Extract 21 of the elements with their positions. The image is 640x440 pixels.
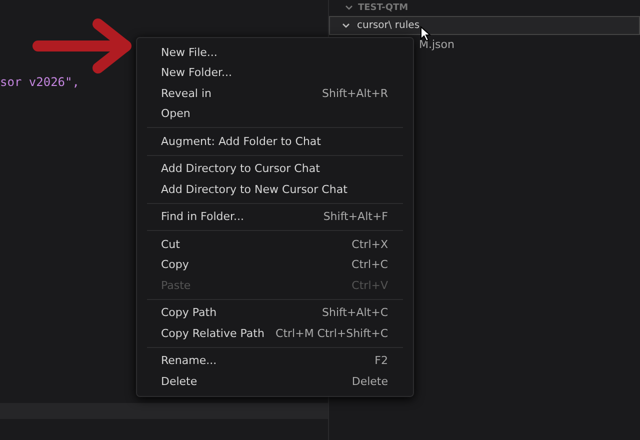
chevron-icon — [345, 5, 353, 11]
file-item[interactable]: M.json — [419, 38, 454, 51]
arrow-icon — [30, 18, 134, 74]
menu-item[interactable]: Copy Path Shift+Alt+C — [137, 302, 413, 323]
menu-item[interactable]: Find in Folder... Shift+Alt+F — [137, 206, 413, 227]
folder-item[interactable]: cursor\ rules — [329, 16, 640, 35]
menu-item[interactable]: New File... — [137, 42, 413, 62]
menu-item[interactable]: Reveal in Shift+Alt+R — [137, 83, 413, 104]
menu-item[interactable]: Copy Relative Path Ctrl+M Ctrl+Shift+C — [137, 323, 413, 344]
menu-item[interactable]: New Folder... — [137, 62, 413, 83]
menu-item[interactable]: Augment: Add Folder to Chat — [137, 131, 413, 152]
menu-item[interactable]: Delete Delete — [137, 371, 413, 392]
menu-item[interactable]: Copy Ctrl+C — [137, 254, 413, 275]
menu-item[interactable]: Add Directory to Cursor Chat — [137, 158, 413, 179]
menu-item[interactable]: Cut Ctrl+X — [137, 234, 413, 254]
chevron-icon — [342, 22, 350, 28]
code-line: sor v2026", — [0, 75, 80, 89]
menu-item[interactable]: Open — [137, 104, 413, 124]
section-title: TEST-QTM — [358, 3, 408, 13]
menu-item[interactable]: Rename... F2 — [137, 350, 413, 371]
menu-item[interactable]: Add Directory to New Cursor Chat — [137, 179, 413, 200]
